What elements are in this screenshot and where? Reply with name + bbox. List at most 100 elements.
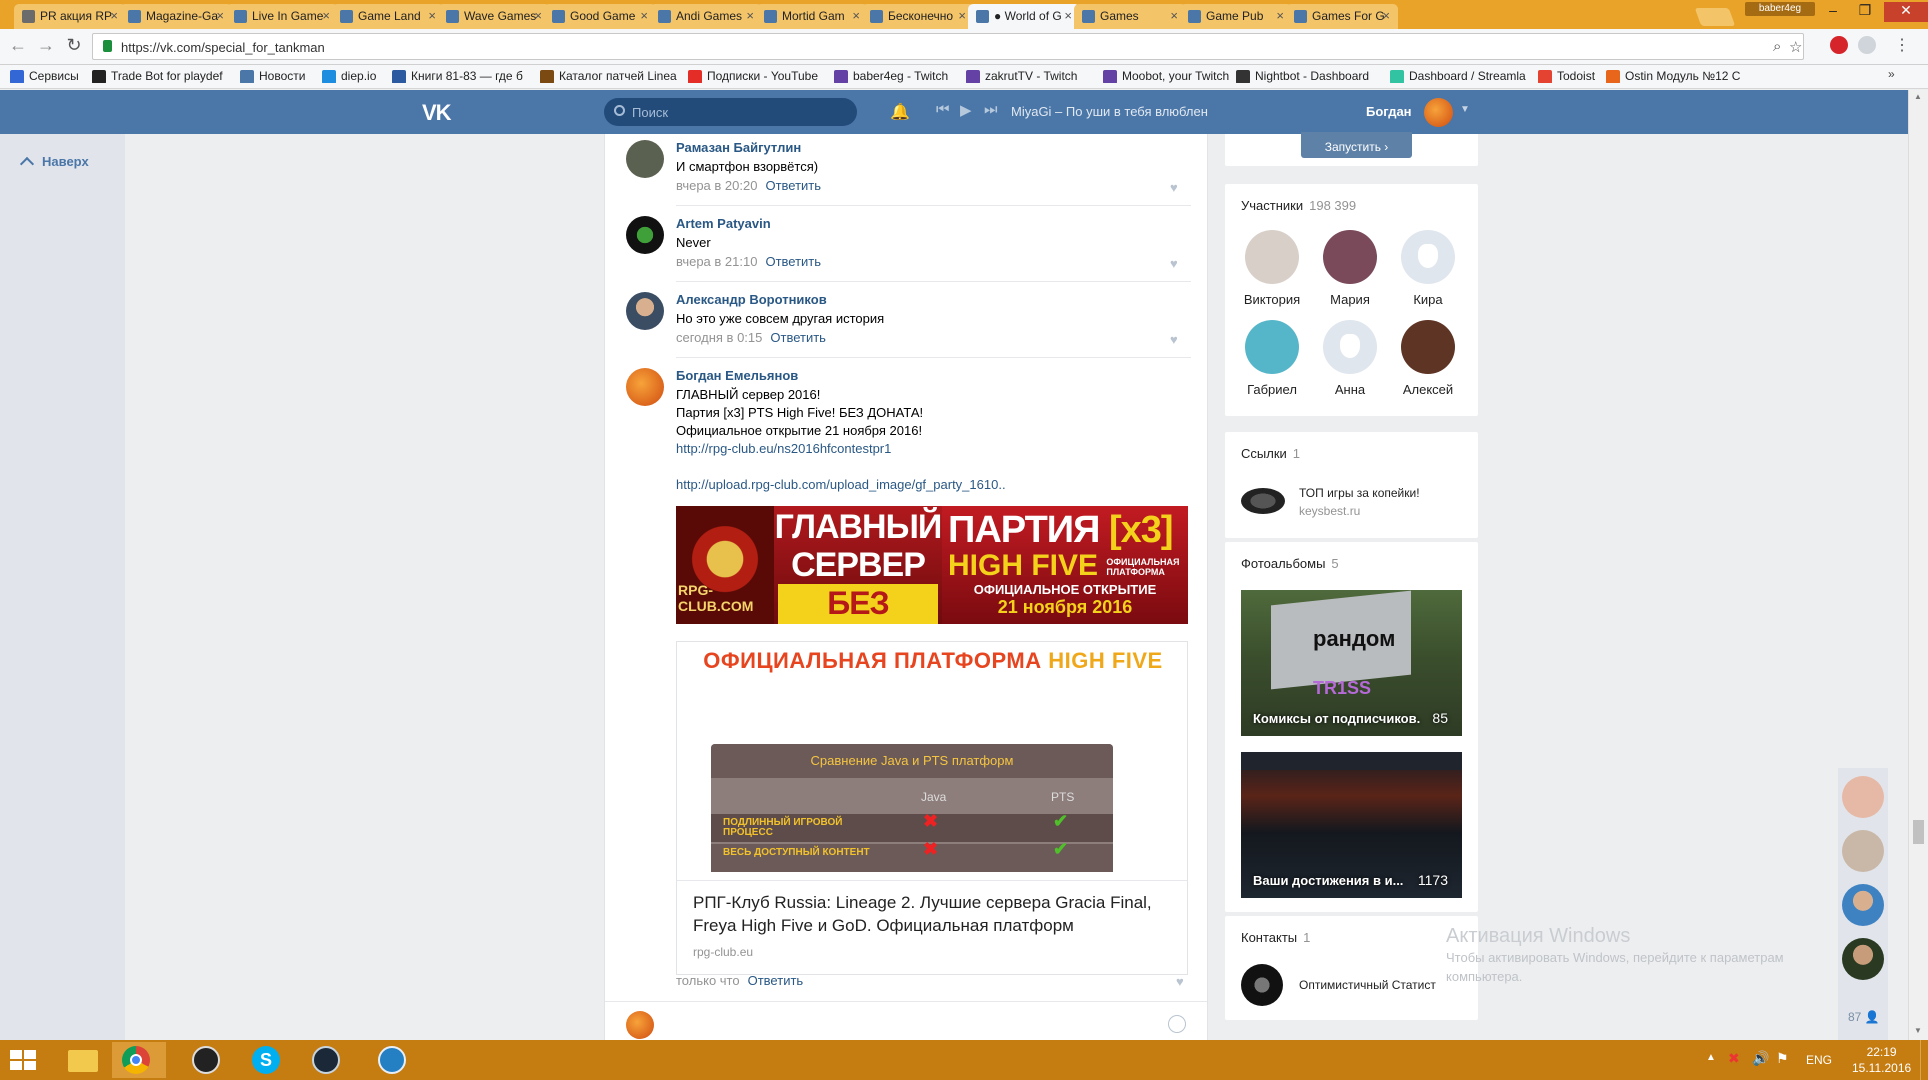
bookmark-item[interactable]: zakrutTV - Twitch xyxy=(966,69,1077,83)
members-header[interactable]: Участники 198 399 xyxy=(1241,198,1356,213)
profile-badge[interactable]: baber4eg xyxy=(1745,2,1815,16)
tab-close-icon[interactable]: × xyxy=(1382,8,1390,23)
member-item[interactable]: Алексей xyxy=(1389,320,1467,397)
comment-author[interactable]: Богдан Емельянов xyxy=(676,368,798,383)
contact-name[interactable]: Оптимистичный Статист xyxy=(1299,978,1436,992)
avatar[interactable] xyxy=(1241,964,1283,1006)
tab[interactable]: Andi Games × xyxy=(650,4,762,29)
language-indicator[interactable]: ENG xyxy=(1806,1053,1832,1067)
chrome-icon[interactable] xyxy=(112,1042,166,1078)
tab-close-icon[interactable]: × xyxy=(852,8,860,23)
volume-icon[interactable]: 🔊 xyxy=(1752,1050,1769,1067)
comment-author[interactable]: Рамазан Байгутлин xyxy=(676,140,801,155)
file-explorer-icon[interactable] xyxy=(56,1042,110,1078)
tab-close-icon[interactable]: × xyxy=(958,8,966,23)
obs-icon[interactable] xyxy=(180,1042,234,1078)
reply-link[interactable]: Ответить xyxy=(748,973,804,988)
tab-close-icon[interactable]: × xyxy=(216,8,224,23)
scroll-thumb[interactable] xyxy=(1913,820,1924,844)
tab[interactable]: Live In Game × xyxy=(226,4,338,29)
album-achievements[interactable]: Ваши достижения в и... 1173 xyxy=(1241,752,1462,898)
contacts-header[interactable]: Контакты 1 xyxy=(1241,930,1310,945)
comment-time[interactable]: вчера в 20:20 xyxy=(676,178,757,193)
tray-app-icon[interactable]: ✖ xyxy=(1728,1050,1740,1067)
tab-close-icon[interactable]: × xyxy=(1064,8,1072,23)
tab[interactable]: Wave Games × xyxy=(438,4,550,29)
tab[interactable]: Mortid Gam × xyxy=(756,4,868,29)
like-heart-icon[interactable]: ♥ xyxy=(1170,256,1183,271)
comment-composer[interactable] xyxy=(605,1001,1207,1040)
bookmark-item[interactable]: Подписки - YouTube xyxy=(688,69,818,83)
steam-icon[interactable] xyxy=(300,1042,354,1078)
attachment-domain[interactable]: rpg-club.eu xyxy=(693,945,1173,959)
like-heart-icon[interactable]: ♥ xyxy=(1170,332,1183,347)
more-bookmarks-icon[interactable]: » xyxy=(1888,67,1895,81)
comment-time[interactable]: вчера в 21:10 xyxy=(676,254,757,269)
bookmark-item[interactable]: Ostin Модуль №12 С xyxy=(1606,69,1740,83)
menu-icon[interactable]: ⋮ xyxy=(1894,35,1910,55)
search-input[interactable] xyxy=(632,102,842,122)
bookmark-star-icon[interactable]: ☆ xyxy=(1789,38,1802,56)
member-item[interactable]: Мария xyxy=(1311,230,1389,307)
avatar[interactable] xyxy=(626,292,664,330)
scroll-up-icon[interactable]: ▲ xyxy=(1914,92,1922,101)
member-item[interactable]: Кира xyxy=(1389,230,1467,307)
image-link[interactable]: http://upload.rpg-club.com/upload_image/… xyxy=(676,477,1006,492)
close-window-icon[interactable]: ✕ xyxy=(1884,2,1928,22)
play-icon[interactable]: ▶ xyxy=(960,101,972,119)
scroll-down-icon[interactable]: ▼ xyxy=(1914,1026,1922,1035)
notifications-bell-icon[interactable]: 🔔 xyxy=(890,102,910,121)
member-item[interactable]: Анна xyxy=(1311,320,1389,397)
bookmark-item[interactable]: diep.io xyxy=(322,69,376,83)
comment-time[interactable]: только что xyxy=(676,973,740,988)
tab-close-icon[interactable]: × xyxy=(1276,8,1284,23)
tab-close-icon[interactable]: × xyxy=(428,8,436,23)
show-desktop-button[interactable] xyxy=(1920,1040,1928,1080)
comment-author[interactable]: Александр Воротников xyxy=(676,292,827,307)
avatar[interactable] xyxy=(626,216,664,254)
tab-close-icon[interactable]: × xyxy=(1170,8,1178,23)
search-box[interactable] xyxy=(604,98,857,126)
tab-close-icon[interactable]: × xyxy=(322,8,330,23)
post-link[interactable]: http://rpg-club.eu/ns2016hfcontestpr1 xyxy=(676,441,891,456)
skype-icon[interactable]: S xyxy=(240,1042,294,1078)
album-comics[interactable]: рандом TR1SS Комиксы от подписчиков. 85 xyxy=(1241,590,1462,736)
albums-header[interactable]: Фотоальбомы 5 xyxy=(1241,556,1339,571)
chevron-down-icon[interactable]: ▼ xyxy=(1460,104,1470,115)
bookmark-item[interactable]: Moobot, your Twitch xyxy=(1103,69,1229,83)
clock[interactable]: 22:19 15.11.2016 xyxy=(1852,1044,1911,1076)
friends-online-count[interactable]: 87 👤 xyxy=(1848,1010,1880,1024)
tab-close-icon[interactable]: × xyxy=(746,8,754,23)
flag-icon[interactable]: ⚑ xyxy=(1776,1050,1789,1067)
emoji-icon[interactable] xyxy=(1168,1015,1186,1033)
teamspeak-icon[interactable] xyxy=(366,1042,420,1078)
tab[interactable]: Games × xyxy=(1074,4,1186,29)
avatar[interactable] xyxy=(626,368,664,406)
new-tab-button[interactable] xyxy=(1694,8,1736,26)
tab[interactable]: Magazine-Ga × xyxy=(120,4,232,29)
tab-close-icon[interactable]: × xyxy=(640,8,648,23)
user-name[interactable]: Богдан xyxy=(1366,104,1412,119)
bookmark-item[interactable]: baber4eg - Twitch xyxy=(834,69,948,83)
skype-extension-icon[interactable] xyxy=(1858,36,1876,54)
opera-extension-icon[interactable] xyxy=(1830,36,1848,54)
tray-arrow-icon[interactable]: ▲ xyxy=(1706,1052,1716,1063)
previous-track-icon[interactable]: ⏮ xyxy=(936,101,950,118)
bookmark-item[interactable]: Сервисы xyxy=(10,69,79,83)
tab[interactable]: Games For G × xyxy=(1286,4,1398,29)
tab[interactable]: ● World of G × xyxy=(968,4,1080,29)
tab[interactable]: PR акция RP × xyxy=(14,4,126,29)
back-icon[interactable]: ← xyxy=(6,35,30,56)
avatar[interactable] xyxy=(626,140,664,178)
now-playing-track[interactable]: MiyaGi – По уши в тебя влюблен xyxy=(1011,104,1208,119)
page-scrollbar[interactable]: ▲ ▼ xyxy=(1908,90,1928,1040)
reload-icon[interactable]: ↻ xyxy=(62,35,86,56)
zoom-icon[interactable]: ⌕ xyxy=(1773,38,1781,55)
member-item[interactable]: Габриел xyxy=(1233,320,1311,397)
user-avatar[interactable] xyxy=(1424,98,1453,127)
tab[interactable]: Game Land × xyxy=(332,4,444,29)
address-bar[interactable]: https://vk.com/special_for_tankman ⌕ ☆ xyxy=(92,33,1804,60)
next-track-icon[interactable]: ⏭ xyxy=(984,101,998,118)
maximize-icon[interactable]: ❐ xyxy=(1850,2,1880,19)
like-heart-icon[interactable]: ♥ xyxy=(1170,180,1183,195)
